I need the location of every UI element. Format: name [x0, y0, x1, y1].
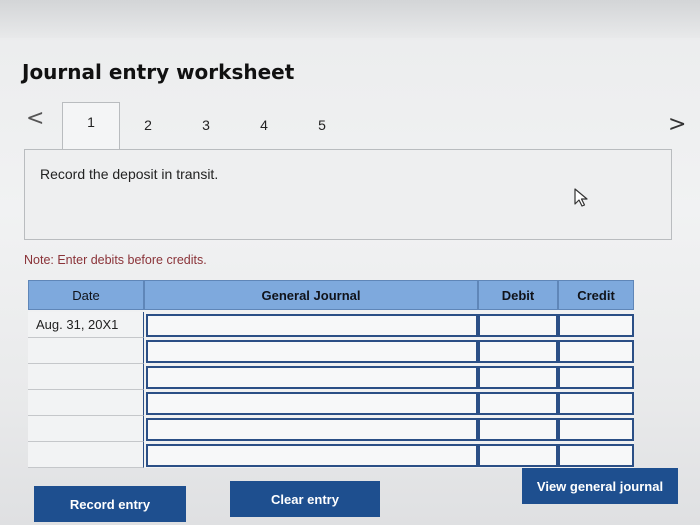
- credit-input[interactable]: [558, 340, 634, 363]
- record-entry-button[interactable]: Record entry: [34, 486, 186, 522]
- view-general-journal-button[interactable]: View general journal: [522, 468, 678, 504]
- debit-input[interactable]: [478, 444, 558, 467]
- clear-entry-button[interactable]: Clear entry: [230, 481, 380, 517]
- tab-5[interactable]: 5: [298, 110, 346, 140]
- page-title: Journal entry worksheet: [22, 60, 295, 84]
- credit-input[interactable]: [558, 392, 634, 415]
- credit-input[interactable]: [558, 314, 634, 337]
- account-input[interactable]: [146, 314, 478, 337]
- instruction-text: Record the deposit in transit.: [40, 166, 219, 182]
- account-input[interactable]: [146, 418, 478, 441]
- column-header-date: Date: [28, 280, 144, 310]
- debit-input[interactable]: [478, 418, 558, 441]
- debit-input[interactable]: [478, 392, 558, 415]
- column-header-general-journal: General Journal: [144, 280, 478, 310]
- note-text: Note: Enter debits before credits.: [24, 253, 207, 267]
- tab-1[interactable]: 1: [62, 102, 120, 150]
- journal-table: Date General Journal Debit Credit Aug. 3…: [28, 280, 634, 468]
- date-cell: Aug. 31, 20X1: [28, 312, 144, 338]
- account-input[interactable]: [146, 392, 478, 415]
- debit-input[interactable]: [478, 340, 558, 363]
- column-header-credit: Credit: [558, 280, 634, 310]
- tab-2[interactable]: 2: [124, 110, 172, 140]
- account-input[interactable]: [146, 340, 478, 363]
- date-cell: [28, 390, 144, 416]
- account-input[interactable]: [146, 444, 478, 467]
- debit-input[interactable]: [478, 314, 558, 337]
- column-header-debit: Debit: [478, 280, 558, 310]
- date-cell: [28, 442, 144, 468]
- credit-input[interactable]: [558, 418, 634, 441]
- tab-3[interactable]: 3: [182, 110, 230, 140]
- next-arrow-icon[interactable]: >: [668, 112, 686, 137]
- account-input[interactable]: [146, 366, 478, 389]
- credit-input[interactable]: [558, 444, 634, 467]
- debit-input[interactable]: [478, 366, 558, 389]
- date-cell: [28, 364, 144, 390]
- credit-input[interactable]: [558, 366, 634, 389]
- prev-arrow-icon[interactable]: <: [26, 106, 44, 131]
- date-cell: [28, 416, 144, 442]
- date-cell: [28, 338, 144, 364]
- tab-4[interactable]: 4: [240, 110, 288, 140]
- mouse-pointer-icon: [574, 188, 588, 207]
- instruction-panel: Record the deposit in transit.: [24, 149, 672, 240]
- page-top-shade: [0, 0, 700, 38]
